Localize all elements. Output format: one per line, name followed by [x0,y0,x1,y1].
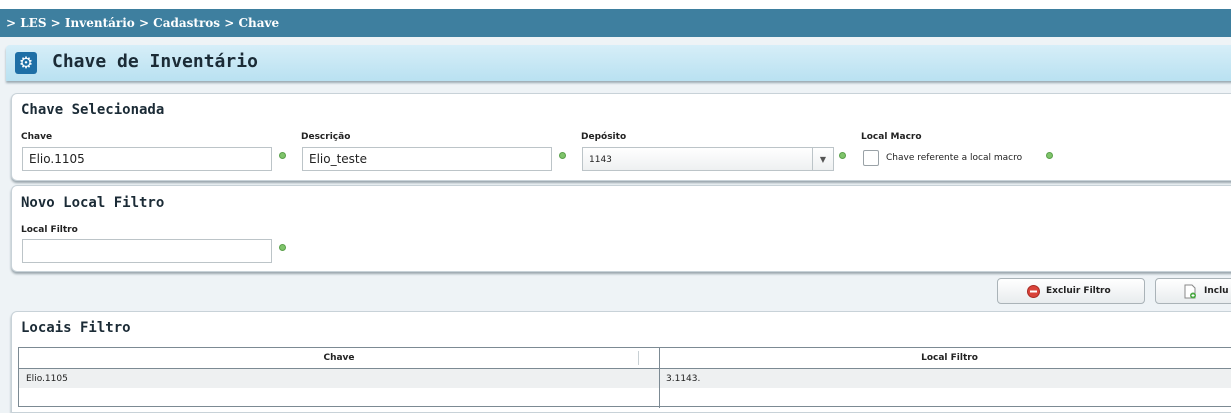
descricao-label: Descrição [301,132,351,142]
table-row[interactable]: Elio.1105 3.1143. [19,369,1231,388]
add-document-icon [1184,284,1197,302]
excluir-filtro-label: Excluir Filtro [1046,286,1111,296]
locais-filtro-title: Locais Filtro [21,320,131,336]
novo-local-filtro-title: Novo Local Filtro [21,195,165,211]
gear-icon: ⚙ [15,52,37,74]
deposito-selected-value: 1143 [589,155,612,165]
local-filtro-label: Local Filtro [21,225,78,235]
local-macro-valid-indicator [1046,152,1053,159]
column-header-local-filtro[interactable]: Local Filtro [660,348,1231,369]
incluir-filtro-label: Inclu [1204,286,1229,296]
deposito-select[interactable]: 1143 ▼ [582,147,834,171]
column-header-chave[interactable]: Chave [19,348,660,369]
descricao-input[interactable]: Elio_teste [302,147,552,171]
chave-input[interactable]: Elio.1105 [22,147,272,171]
local-filtro-valid-indicator [279,244,286,251]
column-resize-handle[interactable] [638,351,639,365]
local-macro-checkbox-label: Chave referente a local macro [886,153,1023,163]
deposito-valid-indicator [839,152,846,159]
breadcrumb[interactable]: > LES > Inventário > Cadastros > Chave [0,9,1231,37]
deposito-label: Depósito [581,132,627,142]
excluir-filtro-button[interactable]: Excluir Filtro [997,278,1145,304]
chave-selecionada-panel: Chave Selecionada Chave Elio.1105 Descri… [11,93,1231,181]
top-strip [0,0,1231,9]
page-title: Chave de Inventário [52,51,258,72]
chave-valid-indicator [279,152,286,159]
column-divider [659,368,660,408]
novo-local-filtro-panel: Novo Local Filtro Local Filtro [11,185,1231,272]
local-macro-label: Local Macro [861,132,922,142]
page-header: ⚙ Chave de Inventário [6,45,1231,81]
delete-icon [1027,285,1040,301]
local-filtro-input[interactable] [22,239,272,263]
chave-label: Chave [21,132,53,142]
chevron-down-icon[interactable]: ▼ [812,148,833,170]
cell-local-filtro: 3.1143. [666,374,701,384]
locais-filtro-table: Chave Local Filtro Elio.1105 3.1143. [18,347,1231,408]
cell-chave: Elio.1105 [26,374,68,384]
local-macro-checkbox[interactable] [863,150,879,166]
descricao-valid-indicator [559,152,566,159]
incluir-filtro-button[interactable]: Inclu [1155,278,1231,304]
chave-selecionada-title: Chave Selecionada [21,102,165,118]
